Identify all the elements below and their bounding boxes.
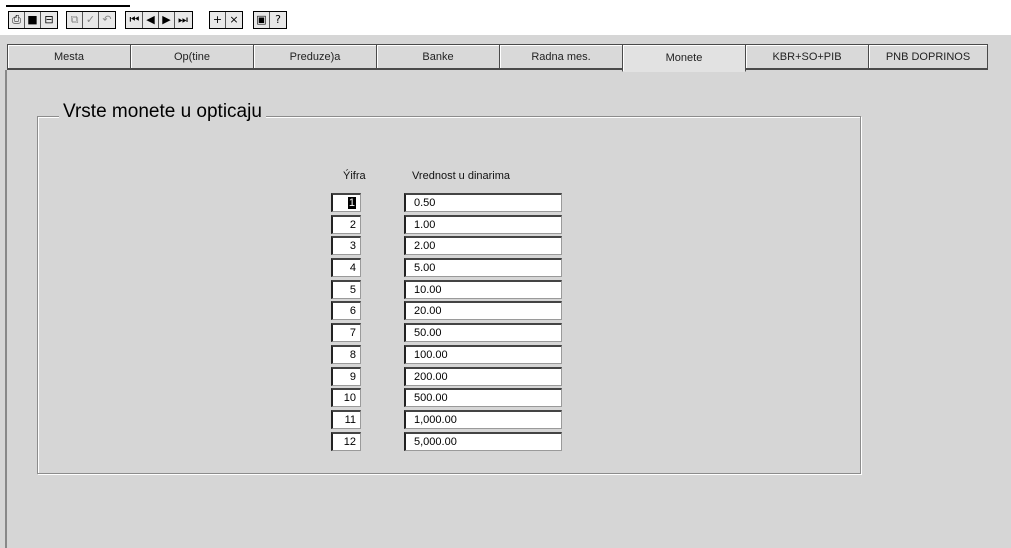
table-row: 7 50.00 [331, 322, 571, 344]
sifra-field[interactable]: 2 [331, 214, 361, 234]
tab-kbr-so-pib[interactable]: KBR+SO+PIB [745, 44, 869, 70]
add-record-icon[interactable]: + [210, 12, 226, 28]
vrednost-field[interactable]: 0.50 [404, 193, 562, 212]
copy-icon[interactable]: ⧉ [67, 12, 83, 28]
first-record-icon[interactable]: ⏮ [127, 12, 143, 28]
sifra-field[interactable]: 12 [331, 431, 361, 451]
table-row: 11 1,000.00 [331, 409, 571, 431]
sifra-value: 1 [347, 197, 356, 209]
tab-label: Preduze)a [289, 50, 341, 63]
tab-label: Banke [422, 50, 454, 63]
check-icon[interactable]: ✓ [83, 12, 99, 28]
tab-radna-mes[interactable]: Radna mes. [499, 44, 623, 70]
tab-optine[interactable]: Op(tine [130, 44, 254, 70]
undo-icon[interactable]: ↶ [99, 12, 115, 28]
sifra-field[interactable]: 7 [331, 323, 361, 343]
table-row: 1 0.50 [331, 192, 571, 214]
tab-preduzeca[interactable]: Preduze)a [253, 44, 377, 70]
print-icon[interactable]: ⎙ [9, 12, 25, 28]
table-row: 12 5,000.00 [331, 431, 571, 453]
sifra-field[interactable]: 4 [331, 258, 361, 278]
vrednost-field[interactable]: 10.00 [404, 279, 562, 299]
toolbar-group-records: + × [209, 11, 243, 29]
table-row: 3 2.00 [331, 235, 571, 257]
vrednost-field[interactable]: 50.00 [404, 323, 562, 343]
column-header-sifra: Ýifra [343, 170, 366, 182]
vrednost-field[interactable]: 200.00 [404, 366, 562, 386]
toolbar-group-edit: ⧉ ✓ ↶ [66, 11, 116, 29]
vrednost-field[interactable]: 100.00 [404, 344, 562, 364]
app-window: ⎙ ■ ⊟ ⧉ ✓ ↶ ⏮ ◀ ▶ ⏭ + × ▣? Mesta Op(tine Preduze… [0, 0, 1011, 548]
sifra-field[interactable]: 8 [331, 344, 361, 364]
sifra-field[interactable]: 6 [331, 301, 361, 321]
sifra-field[interactable]: 9 [331, 366, 361, 386]
vrednost-field[interactable]: 20.00 [404, 301, 562, 321]
tab-label: Radna mes. [531, 50, 591, 63]
sifra-field[interactable]: 3 [331, 236, 361, 256]
column-header-vrednost: Vrednost u dinarima [412, 170, 511, 182]
toolbar-group-file: ⎙ ■ ⊟ [8, 11, 58, 29]
cropped-title-underline [6, 0, 130, 7]
next-record-icon[interactable]: ▶ [159, 12, 175, 28]
panel-left-edge [5, 70, 7, 548]
tab-label: Mesta [54, 50, 84, 63]
sifra-field[interactable]: 10 [331, 388, 361, 408]
tab-pnb-doprinos[interactable]: PNB DOPRINOS [868, 44, 988, 70]
sifra-field[interactable]: 11 [331, 409, 361, 429]
vrednost-field[interactable]: 5.00 [404, 258, 562, 278]
vrednost-field[interactable]: 1,000.00 [404, 409, 562, 429]
save-icon[interactable]: ■ [25, 12, 41, 28]
group-title: Vrste monete u opticaju [59, 101, 266, 123]
toolbar-group-help: ▣? [253, 11, 287, 29]
tab-mesta[interactable]: Mesta [7, 44, 131, 70]
table-row: 8 100.00 [331, 344, 571, 366]
toolbar-group-navigate: ⏮ ◀ ▶ ⏭ [125, 11, 193, 29]
delete-record-icon[interactable]: × [226, 12, 242, 28]
coin-table: 1 0.50 2 1.00 3 2.00 4 5.00 5 10.00 6 20… [331, 192, 571, 452]
tab-label: Monete [665, 52, 703, 64]
table-row: 9 200.00 [331, 366, 571, 388]
help-icon[interactable]: ? [270, 12, 286, 28]
tab-label: Op(tine [173, 50, 211, 63]
sifra-field[interactable]: 5 [331, 279, 361, 299]
toolbar: ⎙ ■ ⊟ ⧉ ✓ ↶ ⏮ ◀ ▶ ⏭ + × ▣? [0, 8, 1011, 35]
tab-banke[interactable]: Banke [376, 44, 500, 70]
vrednost-field[interactable]: 5,000.00 [404, 431, 562, 451]
top-strip [0, 0, 1011, 8]
document-icon[interactable]: ▣ [254, 12, 270, 28]
table-row: 5 10.00 [331, 279, 571, 301]
vrednost-field[interactable]: 1.00 [404, 214, 562, 234]
tab-strip: Mesta Op(tine Preduze)a Banke Radna mes.… [7, 44, 1007, 72]
previous-record-icon[interactable]: ◀ [143, 12, 159, 28]
table-row: 4 5.00 [331, 257, 571, 279]
last-record-icon[interactable]: ⏭ [175, 12, 191, 28]
tab-label: PNB DOPRINOS [885, 50, 971, 63]
tab-label: KBR+SO+PIB [772, 50, 842, 63]
vrednost-field[interactable]: 2.00 [404, 236, 562, 256]
table-row: 2 1.00 [331, 214, 571, 236]
tab-monete[interactable]: Monete [622, 44, 746, 72]
sifra-field[interactable]: 1 [331, 193, 361, 212]
table-row: 10 500.00 [331, 387, 571, 409]
vrednost-field[interactable]: 500.00 [404, 388, 562, 408]
table-row: 6 20.00 [331, 300, 571, 322]
export-icon[interactable]: ⊟ [41, 12, 57, 28]
